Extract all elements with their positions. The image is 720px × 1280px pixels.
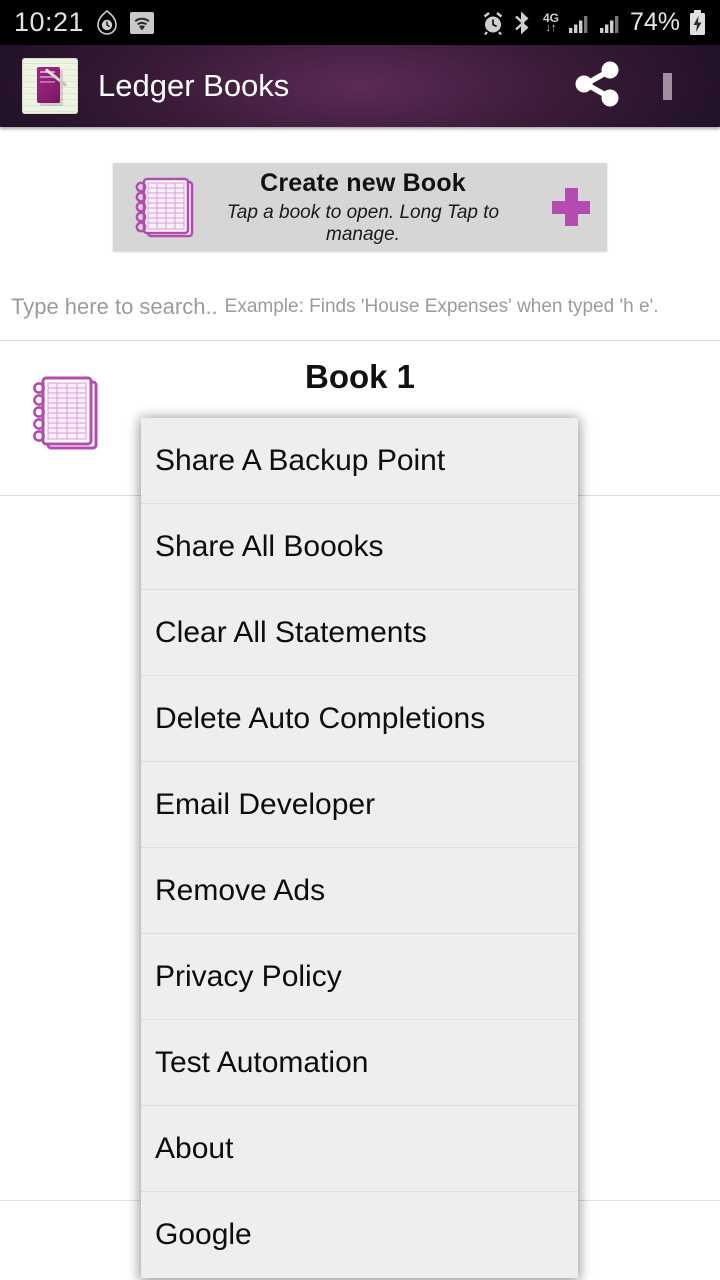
overflow-menu-button[interactable] [636,47,698,125]
status-bar-clock: 10:21 [14,7,85,37]
create-card-subtitle: Tap a book to open. Long Tap to manage. [226,201,500,245]
bluetooth-icon [514,10,534,36]
add-book-button[interactable] [535,188,607,226]
app-bar-actions [558,47,698,125]
menu-item-remove-ads[interactable]: Remove Ads [141,848,578,934]
mobile-data-4g-icon: 4G ↓↑ [543,12,559,34]
overflow-popup-menu: Share A Backup Point Share All Boooks Cl… [141,418,578,1278]
menu-item-about[interactable]: About [141,1106,578,1192]
wifi-icon [130,11,155,34]
share-button[interactable] [558,47,636,125]
status-bar-right: 4G ↓↑ 74% [481,8,706,37]
menu-item-email-developer[interactable]: Email Developer [141,762,578,848]
overflow-menu-icon [662,72,672,100]
menu-item-share-a-backup-point[interactable]: Share A Backup Point [141,418,578,504]
signal-bars-sim2-icon [599,12,621,34]
search-placeholder: Type here to search.. [11,293,218,319]
app-screen: 10:21 4G ↓↑ 74% Ledger Books Create new … [0,0,720,1280]
create-card-text: Create new Book Tap a book to open. Long… [201,169,535,246]
battery-percent-label: 74% [629,8,680,36]
ledger-books-app-icon [22,58,78,114]
status-bar: 10:21 4G ↓↑ 74% [0,0,720,45]
app-title: Ledger Books [98,68,290,103]
plus-icon [552,188,590,226]
menu-item-delete-auto-completions[interactable]: Delete Auto Completions [141,676,578,762]
signal-bars-sim1-icon [568,12,590,34]
menu-item-clear-all-statements[interactable]: Clear All Statements [141,590,578,676]
menu-item-google[interactable]: Google [141,1192,578,1278]
share-icon [569,56,625,117]
alarm-icon [481,11,505,35]
battery-charging-icon [689,9,706,36]
notebook-icon [123,171,201,243]
create-card-title: Create new Book [260,168,466,197]
menu-item-test-automation[interactable]: Test Automation [141,1020,578,1106]
menu-item-share-all-books[interactable]: Share All Boooks [141,504,578,590]
prayer-time-icon [95,9,119,36]
search-example-hint: Example: Finds 'House Expenses' when typ… [224,295,659,317]
search-input[interactable]: Type here to search.. Example: Finds 'Ho… [0,283,720,330]
app-bar: Ledger Books [0,45,720,127]
create-new-book-card[interactable]: Create new Book Tap a book to open. Long… [113,163,607,251]
data-arrows: ↓↑ [545,21,557,34]
status-bar-left: 10:21 [14,7,155,38]
menu-item-privacy-policy[interactable]: Privacy Policy [141,934,578,1020]
